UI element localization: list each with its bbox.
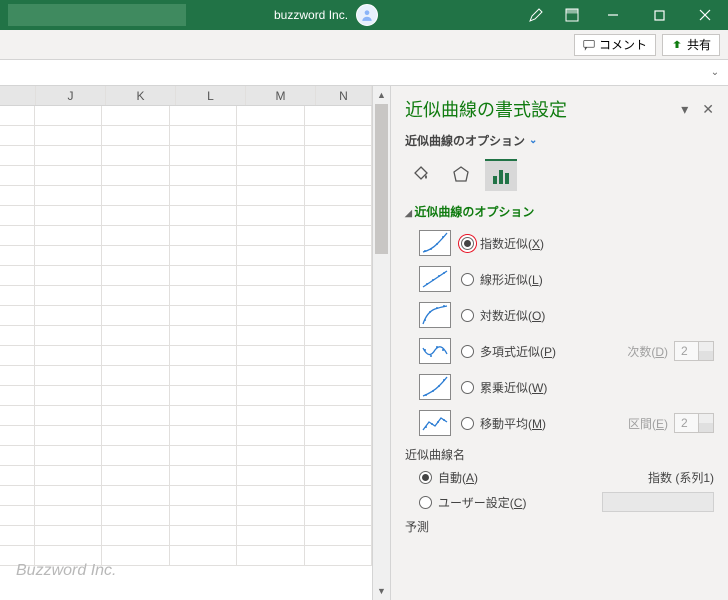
option-label: 移動平均(M)	[480, 415, 546, 432]
trendline-option-polynomial[interactable]: 多項式近似(P) 次数(D) 2	[405, 338, 714, 364]
trendline-option-exponential[interactable]: 指数近似(X)	[405, 230, 714, 256]
power-icon	[419, 374, 451, 400]
name-auto-row[interactable]: 自動(A) 指数 (系列1)	[405, 469, 714, 486]
col-header[interactable]	[0, 86, 36, 105]
scroll-thumb[interactable]	[375, 104, 388, 254]
radio-polynomial[interactable]	[461, 345, 474, 358]
trendline-option-linear[interactable]: 線形近似(L)	[405, 266, 714, 292]
radio-custom-name[interactable]	[419, 496, 432, 509]
app-title: buzzword Inc.	[274, 8, 348, 22]
worksheet-grid[interactable]: J K L M N Buzzword Inc.	[0, 86, 372, 600]
name-section-label: 近似曲線名	[405, 446, 714, 463]
pen-icon[interactable]	[518, 0, 554, 30]
logarithmic-icon	[419, 302, 451, 328]
period-label: 区間(E)	[628, 415, 668, 432]
col-header[interactable]: J	[36, 86, 106, 105]
chart-options-tab-icon[interactable]	[485, 159, 517, 191]
minimize-button[interactable]	[590, 0, 636, 30]
formula-bar: ⌄	[0, 60, 728, 86]
polynomial-icon	[419, 338, 451, 364]
trendline-option-power[interactable]: 累乗近似(W)	[405, 374, 714, 400]
maximize-button[interactable]	[636, 0, 682, 30]
ribbon-display-icon[interactable]	[554, 0, 590, 30]
scroll-down-icon[interactable]: ▼	[373, 582, 390, 600]
period-spinner: 2	[674, 413, 714, 433]
close-button[interactable]	[682, 0, 728, 30]
comment-label: コメント	[599, 36, 647, 53]
effects-tab-icon[interactable]	[445, 159, 477, 191]
degree-label: 次数(D)	[627, 343, 668, 360]
option-label: ユーザー設定(C)	[438, 494, 526, 511]
share-label: 共有	[687, 36, 711, 53]
col-header[interactable]: K	[106, 86, 176, 105]
section-header[interactable]: 近似曲線のオプション	[405, 203, 714, 220]
name-custom-row[interactable]: ユーザー設定(C)	[405, 492, 714, 512]
col-header[interactable]: N	[316, 86, 372, 105]
auto-name-value: 指数 (系列1)	[648, 469, 714, 486]
radio-power[interactable]	[461, 381, 474, 394]
linear-icon	[419, 266, 451, 292]
pane-tabs	[405, 159, 714, 191]
formula-expand-icon[interactable]: ⌄	[706, 64, 724, 82]
trendline-option-moving-average[interactable]: 移動平均(M) 区間(E) 2	[405, 410, 714, 436]
format-trendline-pane: 近似曲線の書式設定 ▾ ✕ 近似曲線のオプション ⌄ 近似曲線のオプション	[390, 86, 728, 600]
watermark: Buzzword Inc.	[16, 562, 116, 580]
trendline-option-logarithmic[interactable]: 対数近似(O)	[405, 302, 714, 328]
radio-moving-avg[interactable]	[461, 417, 474, 430]
col-header[interactable]: L	[176, 86, 246, 105]
moving-avg-icon	[419, 410, 451, 436]
radio-exponential[interactable]	[461, 237, 474, 250]
option-label: 累乗近似(W)	[480, 379, 547, 396]
option-label: 指数近似(X)	[480, 235, 544, 252]
comment-button[interactable]: コメント	[574, 34, 656, 56]
pane-menu-icon[interactable]: ▾	[681, 101, 688, 118]
radio-auto-name[interactable]	[419, 471, 432, 484]
forecast-label: 予測	[405, 518, 714, 535]
option-label: 自動(A)	[438, 469, 478, 486]
title-bar: buzzword Inc.	[0, 0, 728, 30]
option-label: 多項式近似(P)	[480, 343, 556, 360]
vertical-scrollbar[interactable]: ▲ ▼	[372, 86, 390, 600]
scroll-up-icon[interactable]: ▲	[373, 86, 390, 104]
fill-tab-icon[interactable]	[405, 159, 437, 191]
chevron-down-icon: ⌄	[529, 135, 537, 146]
user-avatar[interactable]	[356, 4, 378, 26]
custom-name-input	[602, 492, 714, 512]
pane-subtitle[interactable]: 近似曲線のオプション ⌄	[405, 132, 714, 149]
ribbon: コメント 共有	[0, 30, 728, 60]
option-label: 線形近似(L)	[480, 271, 543, 288]
radio-logarithmic[interactable]	[461, 309, 474, 322]
pane-title: 近似曲線の書式設定	[405, 96, 567, 122]
search-area[interactable]	[8, 4, 186, 26]
degree-spinner: 2	[674, 341, 714, 361]
exponential-icon	[419, 230, 451, 256]
share-button[interactable]: 共有	[662, 34, 720, 56]
option-label: 対数近似(O)	[480, 307, 545, 324]
pane-close-icon[interactable]: ✕	[702, 101, 714, 118]
radio-linear[interactable]	[461, 273, 474, 286]
column-headers: J K L M N	[0, 86, 372, 106]
col-header[interactable]: M	[246, 86, 316, 105]
